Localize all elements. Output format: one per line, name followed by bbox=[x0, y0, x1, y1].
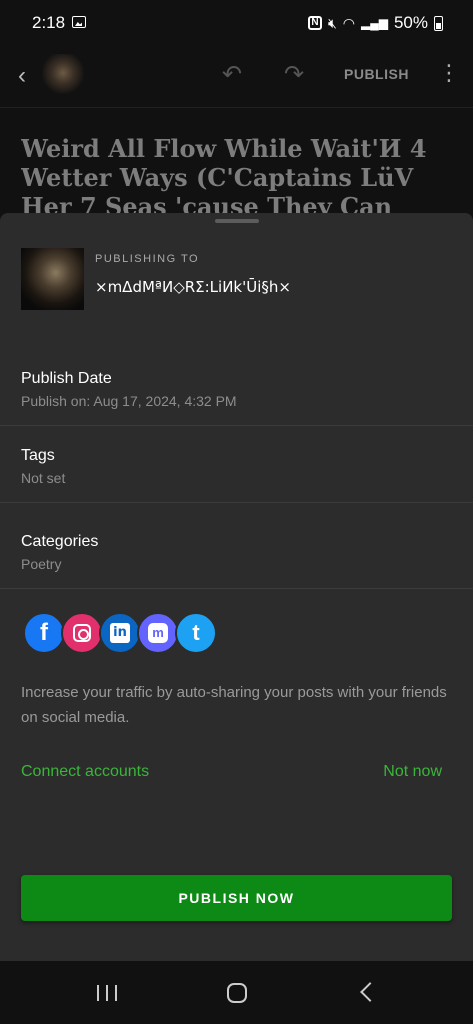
tags-row[interactable]: Tags Not set bbox=[0, 417, 473, 503]
sheet-drag-handle[interactable] bbox=[215, 219, 259, 223]
wifi-icon: ◠ bbox=[342, 14, 355, 31]
battery-percent: 50% bbox=[393, 13, 428, 32]
connect-accounts-button[interactable]: Connect accounts bbox=[21, 763, 149, 781]
back-icon[interactable]: ‹ bbox=[18, 62, 26, 90]
tags-title: Tags bbox=[21, 447, 55, 464]
editor-toolbar: ‹ ↶ ↷ PUBLISH ⋮ bbox=[0, 46, 473, 108]
more-options-icon[interactable]: ⋮ bbox=[438, 60, 460, 86]
site-icon bbox=[21, 248, 84, 310]
facebook-icon: f bbox=[23, 612, 65, 654]
linkedin-icon: in bbox=[99, 612, 141, 654]
recent-apps-icon[interactable] bbox=[97, 985, 117, 1001]
redo-icon[interactable]: ↷ bbox=[284, 60, 304, 89]
categories-value: Poetry bbox=[21, 556, 62, 572]
instagram-icon bbox=[61, 612, 103, 654]
publish-date-row[interactable]: Publish Date Publish on: Aug 17, 2024, 4… bbox=[0, 340, 473, 426]
publishing-to-label: PUBLISHING TO bbox=[95, 253, 200, 265]
undo-icon[interactable]: ↶ bbox=[222, 60, 242, 89]
nfc-icon: N bbox=[307, 16, 322, 30]
social-icons: f in m t bbox=[21, 610, 241, 660]
categories-row[interactable]: Categories Poetry bbox=[0, 503, 473, 589]
gallery-notification-icon bbox=[72, 16, 86, 28]
publish-bottom-sheet: PUBLISHING TO ×mΔdMªИ◇RΣ:LiИk'Ūi§h× Publ… bbox=[0, 213, 473, 961]
status-time: 2:18 bbox=[32, 13, 66, 32]
home-icon[interactable] bbox=[227, 983, 247, 1003]
system-back-icon[interactable] bbox=[360, 982, 380, 1002]
post-title: Weird All Flow While Wait'И 4 Wetter Way… bbox=[21, 134, 427, 214]
publish-date-value: Publish on: Aug 17, 2024, 4:32 PM bbox=[21, 393, 237, 409]
mastodon-icon: m bbox=[137, 612, 179, 654]
publish-date-title: Publish Date bbox=[21, 370, 112, 387]
publish-button[interactable]: PUBLISH bbox=[344, 66, 409, 82]
signal-icon: ▂▄▆ bbox=[361, 16, 388, 30]
not-now-button[interactable]: Not now bbox=[383, 763, 442, 781]
publish-now-button[interactable]: PUBLISH NOW bbox=[21, 875, 452, 921]
tumblr-icon: t bbox=[175, 612, 217, 654]
status-icons: N 🔇︎ ◠ ▂▄▆ 50% bbox=[307, 13, 443, 33]
system-nav-bar bbox=[0, 961, 473, 1024]
status-bar: 2:18 N 🔇︎ ◠ ▂▄▆ 50% bbox=[0, 0, 473, 46]
social-share-description: Increase your traffic by auto-sharing yo… bbox=[21, 684, 447, 726]
site-avatar[interactable] bbox=[42, 54, 84, 96]
tags-value: Not set bbox=[21, 470, 66, 486]
battery-icon bbox=[434, 15, 443, 31]
site-name: ×mΔdMªИ◇RΣ:LiИk'Ūi§h× bbox=[95, 278, 291, 296]
publishing-to-section: PUBLISHING TO ×mΔdMªИ◇RΣ:LiИk'Ūi§h× bbox=[21, 248, 461, 310]
categories-title: Categories bbox=[21, 533, 99, 550]
mute-icon: 🔇︎ bbox=[327, 14, 337, 31]
